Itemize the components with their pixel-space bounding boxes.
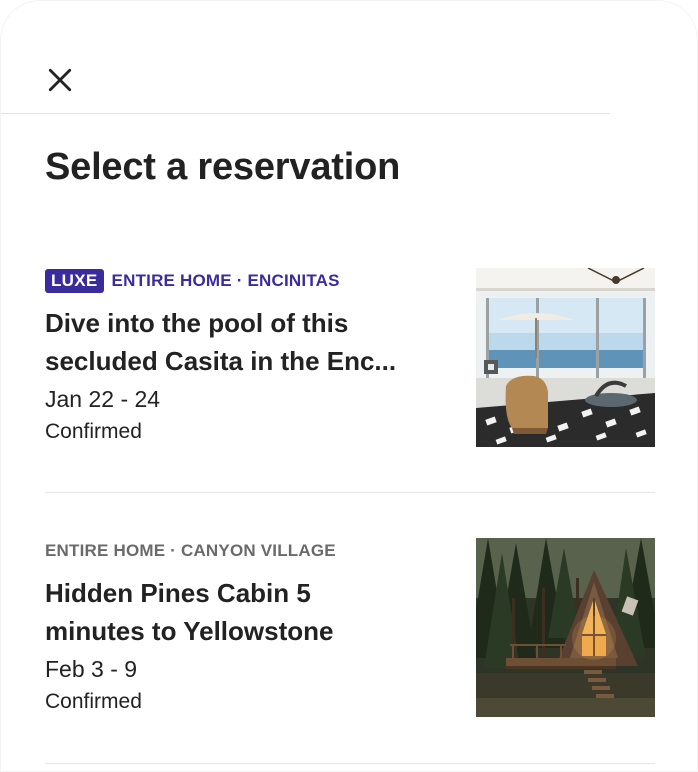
listing-title-line-2: secluded Casita in the Enc... xyxy=(45,346,397,376)
listing-photo-image xyxy=(476,538,655,717)
page-title: Select a reservation xyxy=(45,146,401,188)
listing-title-line-1: Hidden Pines Cabin 5 xyxy=(45,578,311,608)
listing-title-line-1: Dive into the pool of this xyxy=(45,308,349,338)
listing-meta: ENTIRE HOME · CANYON VILLAGE xyxy=(45,538,336,564)
listing-type-location: ENTIRE HOME · CANYON VILLAGE xyxy=(45,541,336,560)
reservation-item-yellowstone[interactable]: ENTIRE HOME · CANYON VILLAGE Hidden Pine… xyxy=(45,538,655,718)
listing-type-location: ENTIRE HOME · ENCINITAS xyxy=(111,271,340,290)
reservation-status: Confirmed xyxy=(45,420,142,443)
reservation-dates: Feb 3 - 9 xyxy=(45,656,138,682)
close-button[interactable] xyxy=(38,58,82,102)
listing-photo xyxy=(476,538,655,717)
reservation-sheet: Select a reservation LUXE ENTIRE HOME · … xyxy=(0,0,698,772)
reservation-dates: Jan 22 - 24 xyxy=(45,386,161,412)
luxe-badge: LUXE xyxy=(45,269,104,293)
listing-title: Hidden Pines Cabin 5 minutes to Yellowst… xyxy=(45,574,455,650)
header-divider xyxy=(0,113,610,114)
listing-title-line-2: minutes to Yellowstone xyxy=(45,616,334,646)
close-icon xyxy=(48,68,72,92)
reservation-item-encinitas[interactable]: LUXE ENTIRE HOME · ENCINITAS Dive into t… xyxy=(45,268,655,448)
listing-photo xyxy=(476,268,655,447)
item-divider xyxy=(45,763,655,764)
item-divider xyxy=(45,492,655,493)
reservation-status: Confirmed xyxy=(45,690,142,713)
listing-photo-image xyxy=(476,268,655,447)
listing-title: Dive into the pool of this secluded Casi… xyxy=(45,304,455,380)
listing-meta: LUXE ENTIRE HOME · ENCINITAS xyxy=(45,268,340,294)
